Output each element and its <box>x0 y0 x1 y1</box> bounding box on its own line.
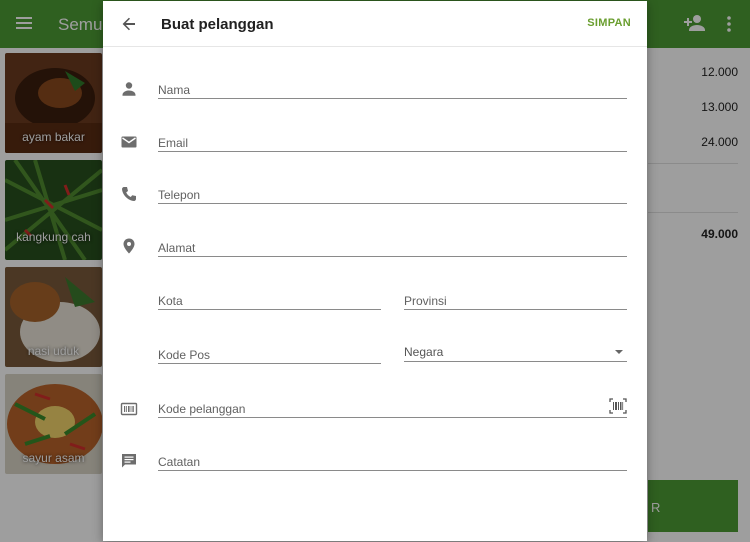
dialog-title: Buat pelanggan <box>161 16 274 33</box>
city-input[interactable] <box>158 294 381 308</box>
country-select-label: Negara <box>404 345 444 359</box>
phone-icon <box>120 185 138 203</box>
province-input[interactable] <box>404 294 627 308</box>
province-field[interactable] <box>404 288 627 310</box>
envelope-icon <box>120 133 138 151</box>
customer-code-input[interactable] <box>158 402 588 416</box>
name-field[interactable] <box>158 77 627 99</box>
postal-code-field[interactable] <box>158 342 381 364</box>
name-input[interactable] <box>158 83 627 97</box>
phone-input[interactable] <box>158 188 627 202</box>
note-input[interactable] <box>158 455 627 469</box>
address-input[interactable] <box>158 241 627 255</box>
location-pin-icon <box>120 237 138 255</box>
email-input[interactable] <box>158 136 627 150</box>
phone-field[interactable] <box>158 182 627 204</box>
customer-code-field[interactable] <box>158 396 627 418</box>
dialog-header: Buat pelanggan SIMPAN <box>103 1 647 47</box>
city-field[interactable] <box>158 288 381 310</box>
person-icon <box>120 80 138 98</box>
save-button[interactable]: SIMPAN <box>587 17 631 29</box>
comment-icon <box>120 452 138 470</box>
postal-code-input[interactable] <box>158 348 381 362</box>
country-select[interactable]: Negara <box>404 340 627 362</box>
address-field[interactable] <box>158 235 627 257</box>
email-field[interactable] <box>158 130 627 152</box>
chevron-down-icon <box>615 350 623 354</box>
arrow-back-icon[interactable] <box>119 14 139 34</box>
create-customer-dialog: Buat pelanggan SIMPAN Nama Email Telepon… <box>103 1 647 541</box>
barcode-icon <box>120 400 138 418</box>
barcode-scan-icon[interactable] <box>609 398 627 414</box>
note-field[interactable] <box>158 449 627 471</box>
